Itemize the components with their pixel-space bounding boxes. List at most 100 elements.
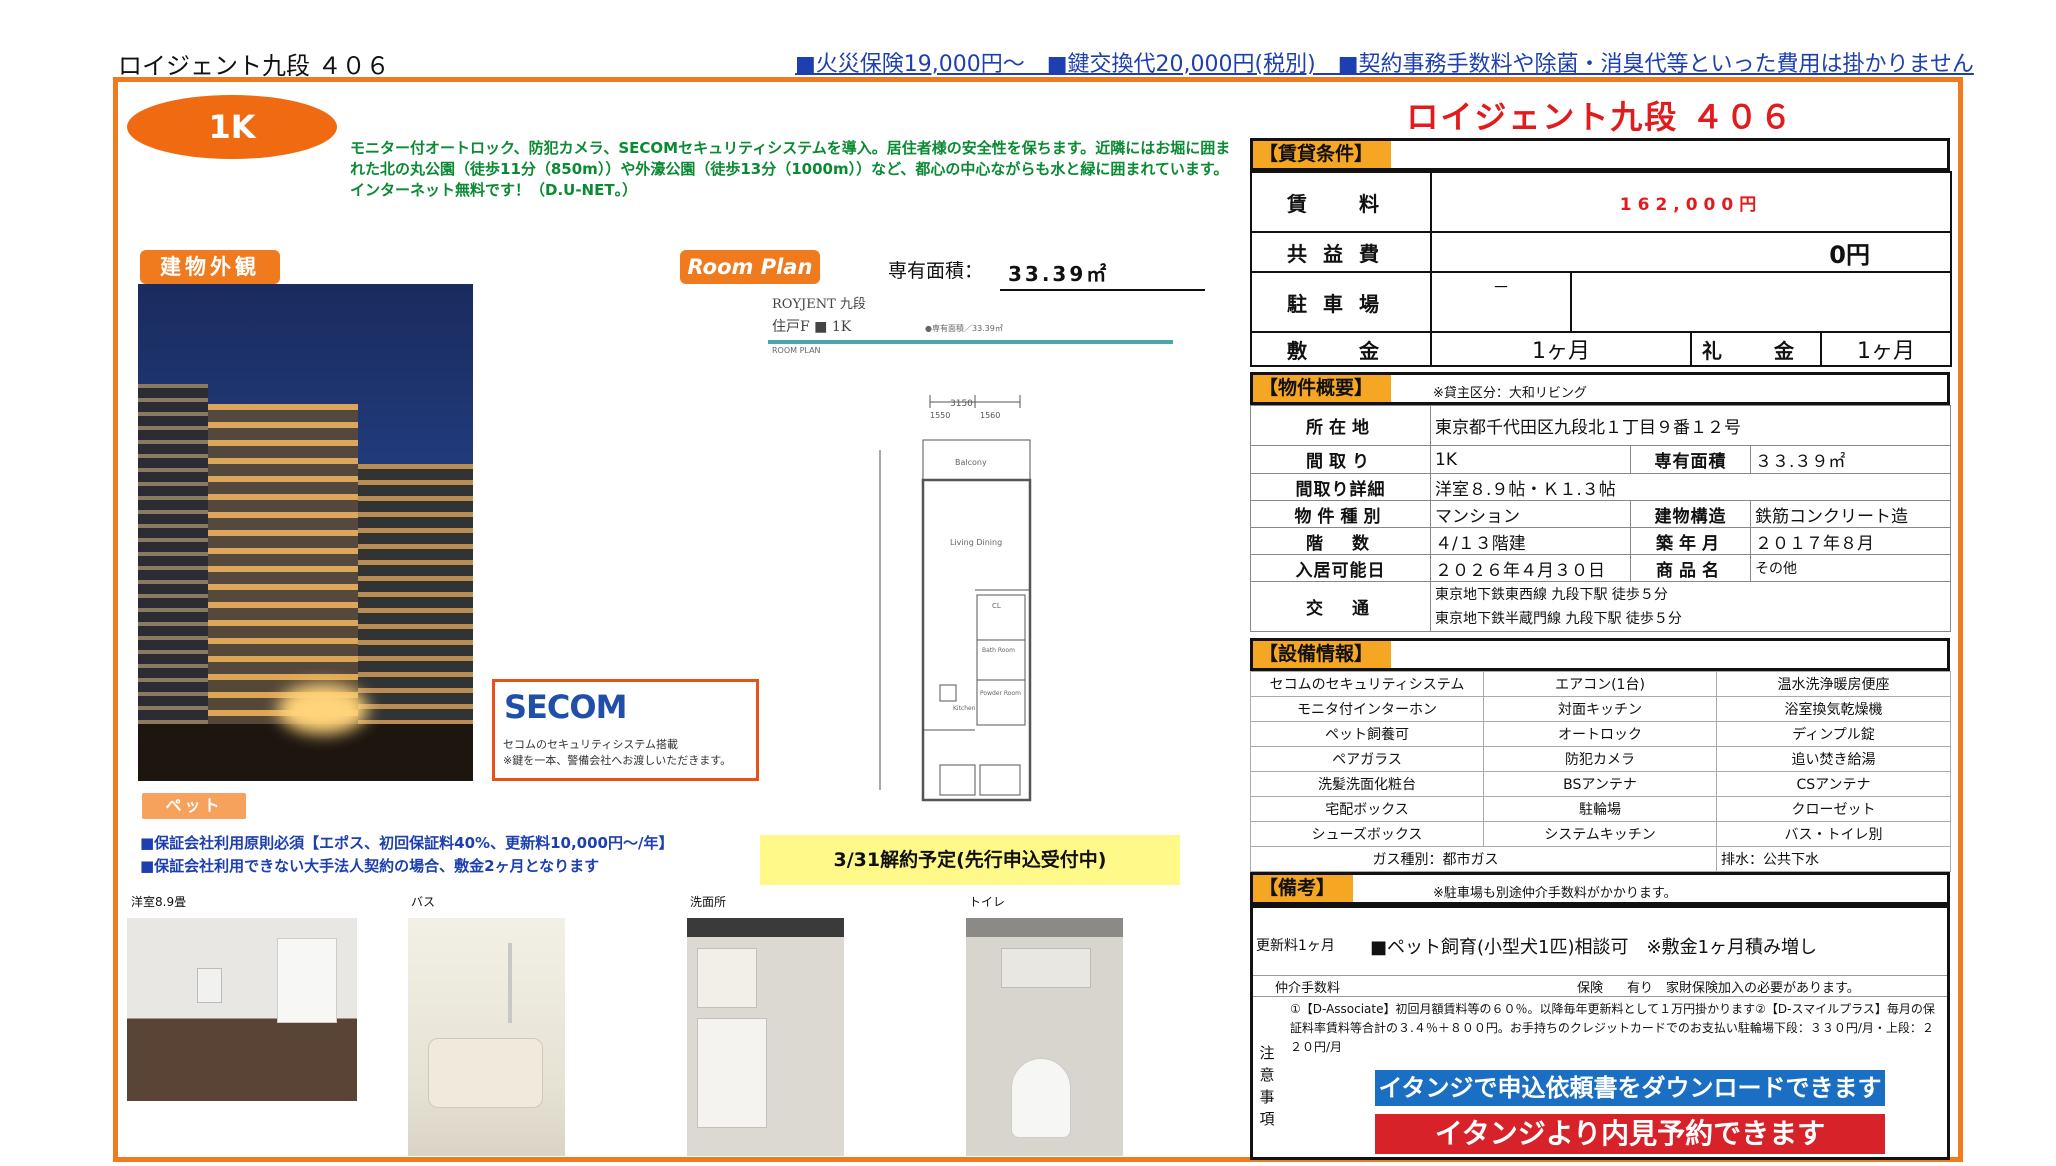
layout-label: 間取り bbox=[1250, 445, 1431, 474]
viewing-reservation-button[interactable]: イタンジより内見予約できます bbox=[1375, 1114, 1885, 1154]
overview-section-label: 【物件概要】 bbox=[1253, 375, 1392, 402]
equipment-table: セコムのセキュリティシステム エアコン(1台) 温水洗浄暖房便座 モニタ付インターホン… bbox=[1250, 671, 1951, 872]
photo-room bbox=[127, 918, 357, 1101]
caption-toilet: トイレ bbox=[969, 895, 1006, 909]
caption-room: 洋室8.9畳 bbox=[131, 895, 187, 909]
drainage-type: 排水：公共下水 bbox=[1716, 846, 1951, 872]
layout-detail-value: 洋室８.９帖・Ｋ１.３帖 bbox=[1430, 473, 1951, 501]
structure-label: 建物構造 bbox=[1630, 500, 1751, 528]
gas-type: ガス種別：都市ガス bbox=[1250, 846, 1717, 872]
pet-label: ペット bbox=[142, 793, 246, 819]
equipment-item: モニタ付インターホン bbox=[1250, 696, 1484, 722]
overview-section-header: 【物件概要】 ※貸主区分：大和リビング bbox=[1250, 372, 1950, 405]
address-value: 東京都千代田区九段北１丁目９番１２号 bbox=[1430, 405, 1951, 446]
equipment-item: 浴室換気乾燥機 bbox=[1716, 696, 1951, 722]
parking-empty bbox=[1570, 271, 1952, 333]
secom-logo: SECOM bbox=[504, 688, 627, 726]
equipment-item: 宅配ボックス bbox=[1250, 796, 1484, 822]
neighbor-building-left bbox=[138, 384, 208, 764]
download-application-button[interactable]: イタンジで申込依頼書をダウンロードできます bbox=[1375, 1070, 1885, 1106]
room-powder: Powder Room bbox=[980, 690, 1021, 697]
equipment-item: 温水洗浄暖房便座 bbox=[1716, 671, 1951, 697]
area-row-label: 専有面積 bbox=[1630, 445, 1751, 474]
caption-washroom: 洗面所 bbox=[690, 895, 727, 909]
remarks-section-header: 【備考】 ※駐車場も別途仲介手数料がかかります。 bbox=[1250, 872, 1950, 905]
movein-label: 入居可能日 bbox=[1250, 554, 1431, 582]
layout-badge: 1K bbox=[127, 95, 337, 159]
equipment-item: ペット飼養可 bbox=[1250, 721, 1484, 747]
caution-label: 注意事項 bbox=[1259, 1044, 1275, 1128]
address-label: 所在地 bbox=[1250, 405, 1431, 446]
floor-plan-drawing: 3150 1550 1560 Balcony Living Dining CL … bbox=[879, 395, 1032, 802]
caution-text: ①【D-Associate】初回月額賃料等の６０％。以降毎年更新料として１万円掛… bbox=[1290, 1002, 1935, 1054]
room-living: Living Dining bbox=[950, 538, 1002, 547]
dim-a: 1550 bbox=[930, 411, 950, 420]
access-line-1: 東京地下鉄東西線 九段下駅 徒歩５分 bbox=[1435, 586, 1668, 603]
entrance-light bbox=[278, 684, 368, 734]
room-balcony: Balcony bbox=[955, 458, 987, 467]
secom-description: セコムのセキュリティシステム搭載 ※鍵を一本、警備会社へお渡しいただきます。 bbox=[503, 738, 732, 767]
overview-table: 所在地 東京都千代田区九段北１丁目９番１２号 間取り 1K 専有面積 ３３.３９… bbox=[1250, 405, 1951, 632]
rent-label: 賃 料 bbox=[1250, 171, 1432, 233]
equipment-row: ペット飼養可 オートロック ディンプル錠 bbox=[1250, 721, 1951, 747]
equipment-item: バス・トイレ別 bbox=[1716, 821, 1951, 847]
header-notice-link[interactable]: ■火災保険19,000円～ ■鍵交換代20,000円(税別) ■契約事務手数料や… bbox=[795, 46, 1974, 78]
caption-bath: バス bbox=[411, 895, 436, 909]
equipment-row: モニタ付インターホン 対面キッチン 浴室換気乾燥機 bbox=[1250, 696, 1951, 722]
layout-detail-label: 間取り詳細 bbox=[1250, 473, 1431, 501]
renewal-fee: 更新料1ヶ月 bbox=[1256, 938, 1335, 954]
remarks-section-label: 【備考】 bbox=[1253, 875, 1354, 902]
equipment-item: ペアガラス bbox=[1250, 746, 1484, 772]
guarantee-line-2: ■保証会社利用できない大手法人契約の場合、敷金2ヶ月となります bbox=[140, 857, 600, 875]
remarks-note: ※駐車場も別途仲介手数料がかかります。 bbox=[1433, 886, 1677, 901]
equipment-row: 洗髪洗面化粧台 BSアンテナ CSアンテナ bbox=[1250, 771, 1951, 797]
built-label: 築年月 bbox=[1630, 527, 1751, 555]
floor-value: ４/１３階建 bbox=[1430, 527, 1631, 555]
equipment-section-label: 【設備情報】 bbox=[1253, 641, 1392, 668]
equipment-item: エアコン(1台) bbox=[1483, 671, 1717, 697]
street bbox=[138, 724, 473, 781]
dim-width: 3150 bbox=[950, 399, 973, 409]
equipment-row: シューズボックス システムキッチン バス・トイレ別 bbox=[1250, 821, 1951, 847]
insurance-value: 有り 家財保険加入の必要があります。 bbox=[1627, 981, 1860, 996]
key-money-label: 礼 金 bbox=[1690, 331, 1822, 367]
room-kitchen: Kitchen bbox=[953, 705, 976, 712]
property-type-value: マンション bbox=[1430, 500, 1631, 528]
equipment-item: クローゼット bbox=[1716, 796, 1951, 822]
common-fee-label: 共益費 bbox=[1250, 231, 1432, 273]
room-cl: CL bbox=[992, 602, 1001, 610]
equipment-item: 防犯カメラ bbox=[1483, 746, 1717, 772]
photo-washroom bbox=[687, 918, 844, 1156]
dim-b: 1560 bbox=[980, 411, 1000, 420]
pet-consult: ■ペット飼育(小型犬1匹)相談可 ※敷金1ヶ月積み増し bbox=[1370, 937, 1818, 958]
product-label: 商品名 bbox=[1630, 554, 1751, 582]
key-money-value: 1ヶ月 bbox=[1820, 331, 1952, 367]
property-title: ロイジェント九段 ４０６ bbox=[1406, 98, 1794, 136]
equipment-item: 対面キッチン bbox=[1483, 696, 1717, 722]
property-type-label: 物件種別 bbox=[1250, 500, 1431, 528]
equipment-item: 洗髪洗面化粧台 bbox=[1250, 771, 1484, 797]
rent-value: 162,000円 bbox=[1430, 171, 1952, 233]
building-exterior-photo bbox=[138, 284, 473, 781]
structure-value: 鉄筋コンクリート造 bbox=[1750, 500, 1951, 528]
intro-text: モニター付オートロック、防犯カメラ、SECOMセキュリティシステムを導入。居住者… bbox=[350, 139, 1231, 199]
common-fee-value: 0円 bbox=[1430, 231, 1952, 273]
equipment-item: シューズボックス bbox=[1250, 821, 1484, 847]
equipment-section-header: 【設備情報】 bbox=[1250, 638, 1950, 671]
rent-table: 賃 料 162,000円 共益費 0円 駐車場 － 敷 金 1ヶ月 礼 金 1ヶ… bbox=[1250, 171, 1952, 367]
movein-value: ２０２６年４月３０日 bbox=[1430, 554, 1631, 582]
exterior-label: 建物外観 bbox=[140, 250, 280, 284]
equipment-row: 宅配ボックス 駐輪場 クローゼット bbox=[1250, 796, 1951, 822]
insurance-label: 保険 bbox=[1577, 981, 1604, 996]
access-label: 交 通 bbox=[1250, 581, 1431, 632]
floor-label: 階 数 bbox=[1250, 527, 1431, 555]
rent-section-header: 【賃貸条件】 bbox=[1250, 138, 1950, 171]
roomplan-label: Room Plan bbox=[680, 250, 820, 284]
brokerage-fee-label: 仲介手数料 bbox=[1275, 981, 1341, 996]
room-bath: Bath Room bbox=[982, 647, 1015, 654]
equipment-item: オートロック bbox=[1483, 721, 1717, 747]
access-value: 東京地下鉄東西線 九段下駅 徒歩５分 東京地下鉄半蔵門線 九段下駅 徒歩５分 bbox=[1430, 581, 1951, 632]
photo-bath bbox=[408, 918, 565, 1156]
area-row-value: ３３.３９㎡ bbox=[1750, 445, 1951, 474]
area-label: 専有面積： bbox=[888, 260, 984, 282]
